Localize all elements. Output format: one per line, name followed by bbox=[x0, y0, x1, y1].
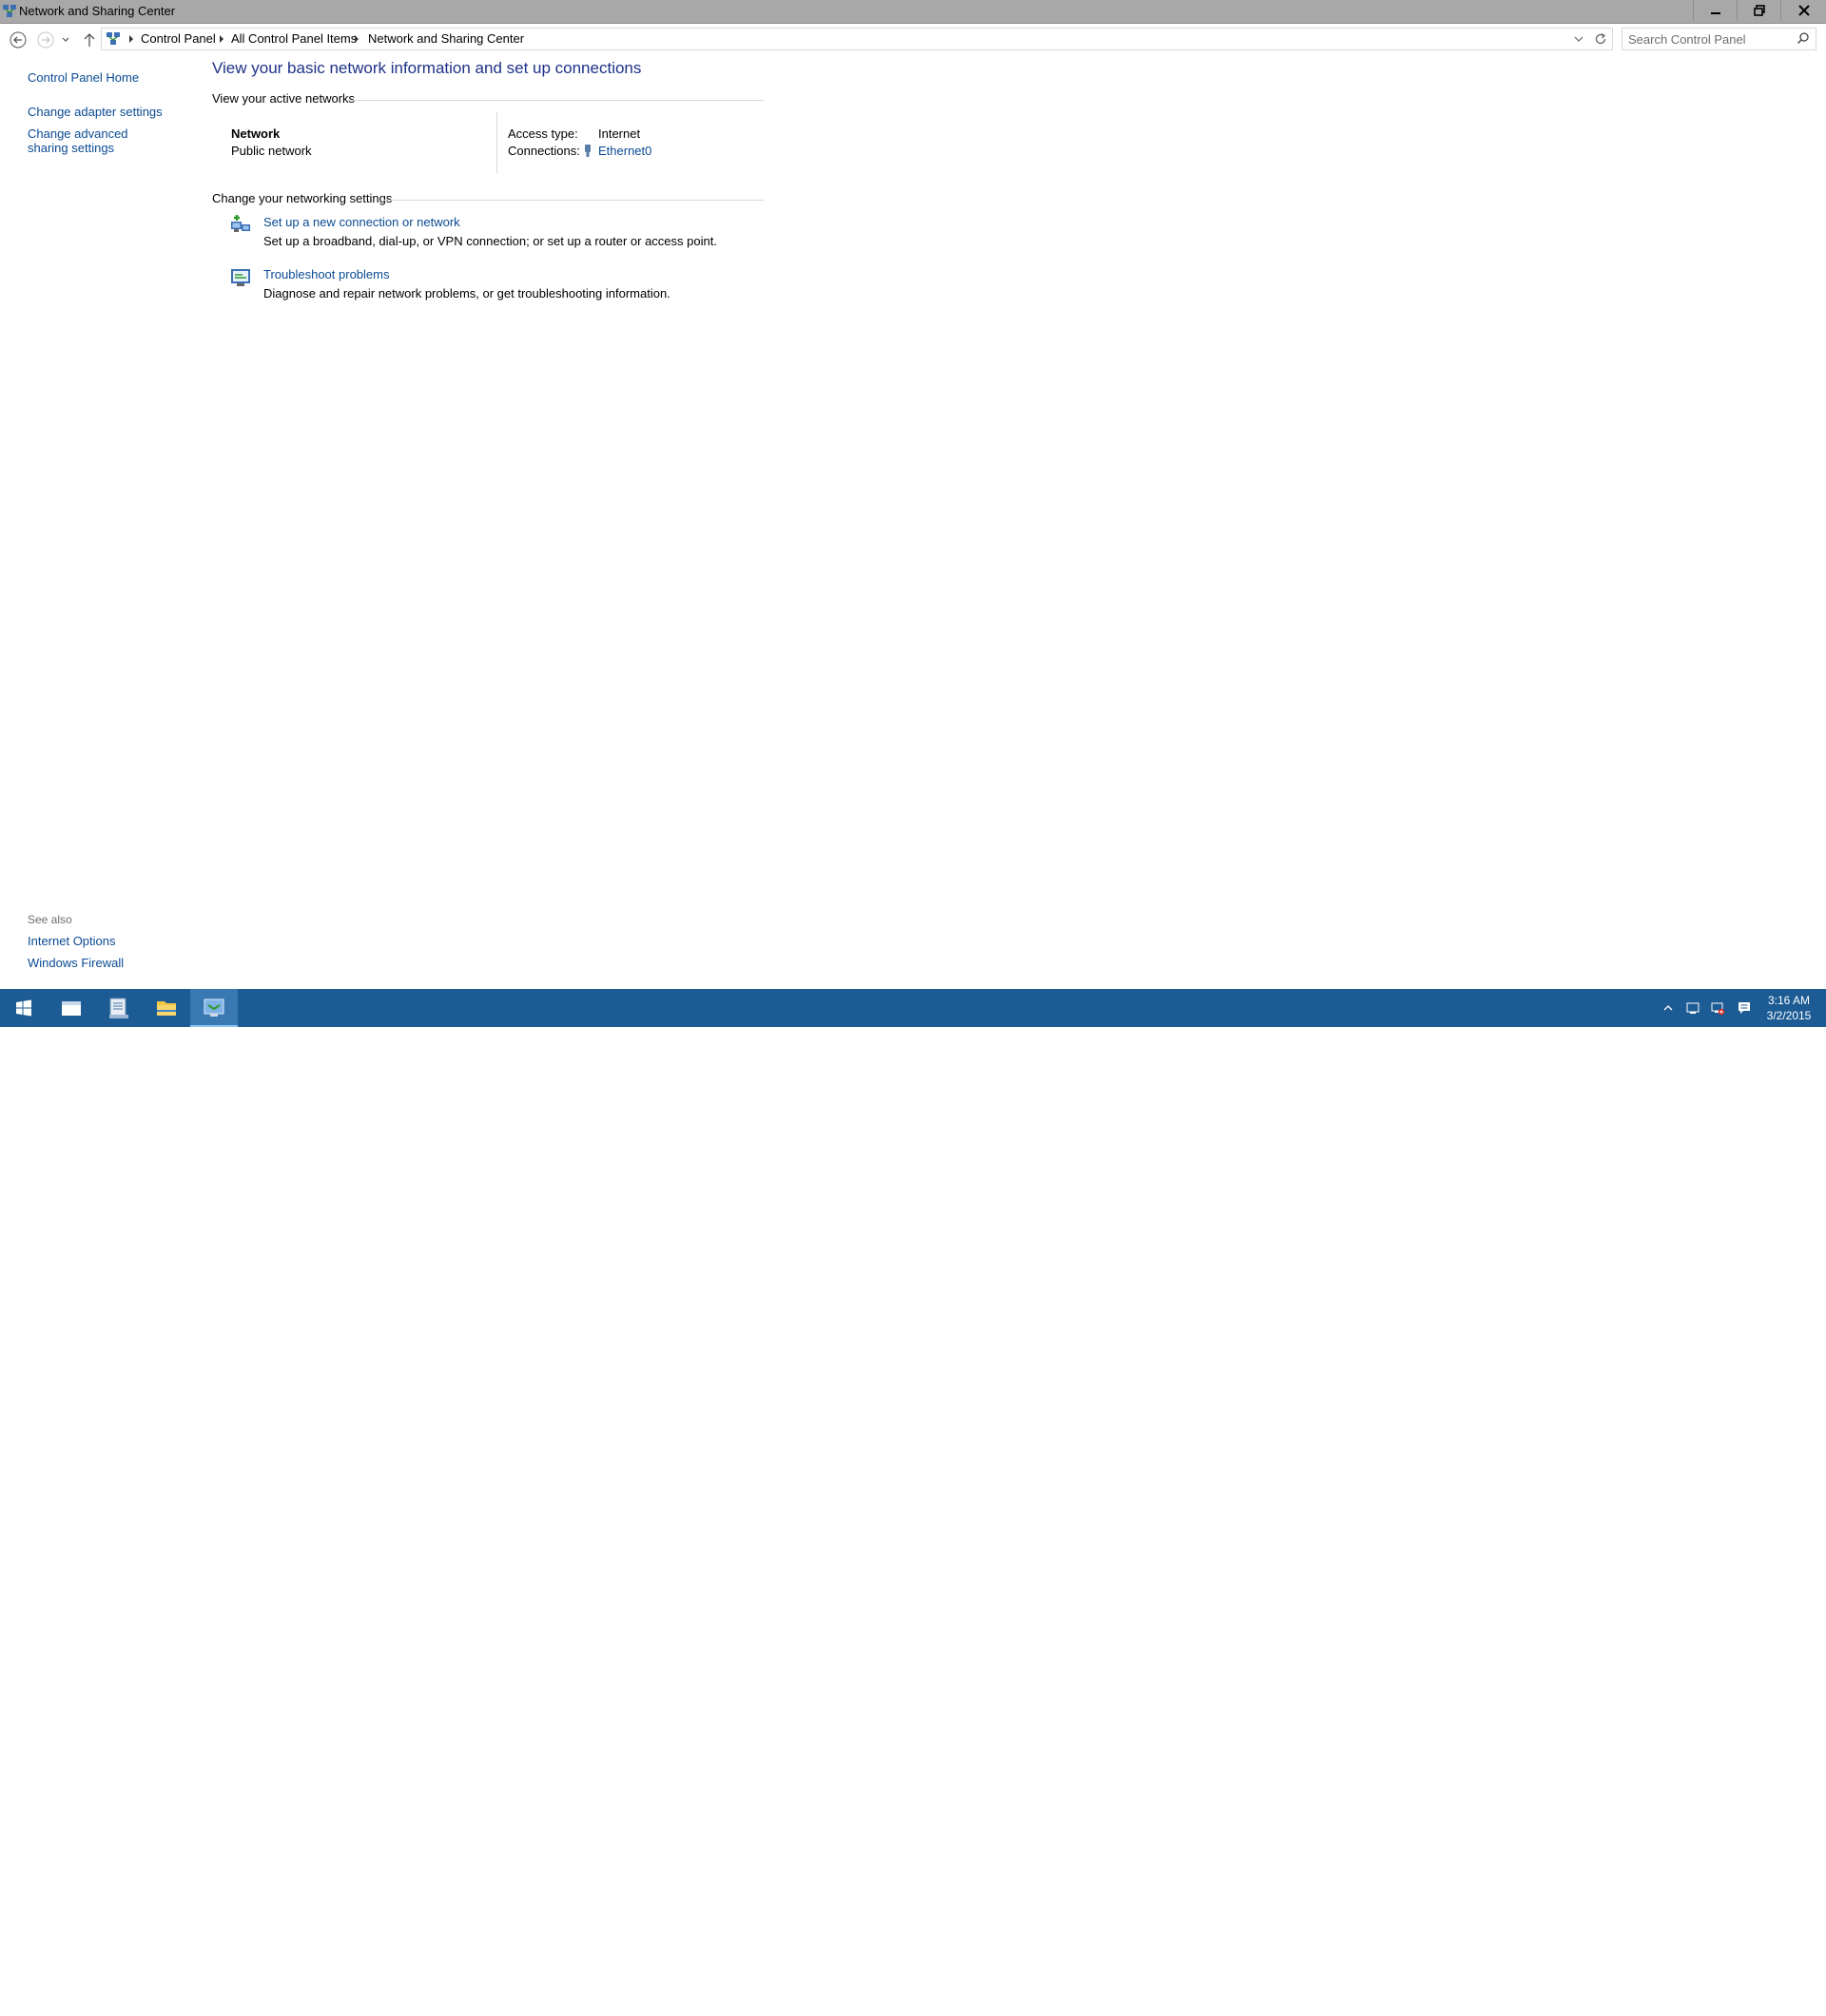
close-icon bbox=[1798, 5, 1810, 16]
restore-icon bbox=[1754, 5, 1765, 16]
page-heading: View your basic network information and … bbox=[212, 59, 642, 77]
minimize-button[interactable] bbox=[1693, 0, 1738, 21]
change-advanced-sharing-settings-link[interactable]: Change advanced sharing settings bbox=[28, 126, 170, 155]
show-hidden-icons-icon[interactable] bbox=[1661, 1000, 1676, 1016]
forward-button[interactable] bbox=[36, 30, 55, 49]
setup-new-connection-description: Set up a broadband, dial-up, or VPN conn… bbox=[263, 234, 717, 248]
clock-time: 3:16 AM bbox=[1767, 994, 1811, 1007]
change-settings-title: Change your networking settings bbox=[212, 191, 393, 205]
taskbar: The Collection Book 3:16 AM 3/2/2015 bbox=[0, 989, 1826, 2016]
network-center-icon bbox=[3, 5, 16, 17]
windows-logo-icon bbox=[16, 999, 31, 1017]
new-connection-icon bbox=[231, 215, 250, 232]
folder-icon bbox=[157, 1001, 176, 1016]
internet-options-link[interactable]: Internet Options bbox=[28, 934, 116, 948]
window-title: Network and Sharing Center bbox=[19, 4, 176, 18]
breadcrumb-control-panel[interactable]: Control Panel bbox=[141, 31, 216, 46]
navigation-bar: Control Panel All Control Panel Items Ne… bbox=[0, 24, 1826, 54]
control-panel-icon bbox=[107, 32, 120, 45]
control-panel-home-link[interactable]: Control Panel Home bbox=[28, 70, 139, 85]
breadcrumb-arrow-icon[interactable] bbox=[126, 33, 136, 45]
clock-date: 3/2/2015 bbox=[1766, 1009, 1812, 1022]
refresh-icon[interactable] bbox=[1593, 31, 1608, 47]
change-adapter-settings-link[interactable]: Change adapter settings bbox=[28, 105, 163, 119]
network-type: Public network bbox=[231, 144, 312, 158]
address-bar[interactable]: Control Panel All Control Panel Items Ne… bbox=[101, 28, 1613, 50]
ethernet-icon bbox=[585, 145, 591, 157]
title-bar: Network and Sharing Center bbox=[0, 0, 1826, 24]
chevron-down-icon bbox=[62, 37, 69, 42]
search-box[interactable] bbox=[1622, 28, 1816, 50]
setup-new-connection-link[interactable]: Set up a new connection or network bbox=[263, 215, 460, 229]
taskbar-clock[interactable]: 3:16 AM 3/2/2015 bbox=[1764, 993, 1814, 1023]
taskbar-file-explorer-button[interactable] bbox=[143, 989, 190, 1027]
network-tray-icon[interactable] bbox=[1710, 1000, 1725, 1016]
back-arrow-icon bbox=[10, 31, 27, 48]
start-button[interactable] bbox=[0, 989, 48, 1027]
see-also-label: See also bbox=[28, 913, 72, 926]
breadcrumb-all-control-panel-items[interactable]: All Control Panel Items bbox=[231, 31, 357, 46]
breadcrumb-arrow-icon[interactable] bbox=[217, 33, 226, 45]
minimize-icon bbox=[1711, 12, 1720, 14]
windows-firewall-link[interactable]: Windows Firewall bbox=[28, 956, 124, 970]
address-dropdown-icon[interactable] bbox=[1572, 32, 1585, 46]
troubleshoot-problems-description: Diagnose and repair network problems, or… bbox=[263, 286, 670, 300]
up-arrow-icon bbox=[84, 33, 95, 47]
server-manager-icon bbox=[109, 998, 128, 1018]
section-divider bbox=[383, 200, 764, 201]
troubleshoot-icon bbox=[231, 269, 250, 286]
window-icon bbox=[62, 1001, 81, 1016]
active-networks-title: View your active networks bbox=[212, 91, 356, 106]
taskbar-network-center-button[interactable] bbox=[190, 989, 238, 1027]
network-name: Network bbox=[231, 126, 281, 141]
section-divider bbox=[348, 100, 764, 101]
action-center-icon[interactable] bbox=[1737, 1000, 1752, 1016]
troubleshoot-problems-link[interactable]: Troubleshoot problems bbox=[263, 267, 389, 281]
close-button[interactable] bbox=[1780, 0, 1826, 21]
forward-arrow-icon bbox=[37, 31, 54, 48]
watermark: The Collection Book bbox=[1586, 1974, 1809, 2016]
watermark-text: The Collection Book bbox=[1647, 1980, 1810, 2000]
search-input[interactable] bbox=[1626, 30, 1792, 48]
book-logo-icon bbox=[1589, 1980, 1637, 2016]
ethernet0-connection-link[interactable]: Ethernet0 bbox=[598, 144, 651, 158]
up-button[interactable] bbox=[80, 30, 99, 49]
network-center-icon bbox=[204, 998, 224, 1017]
search-icon[interactable] bbox=[1797, 31, 1810, 45]
access-type-label: Access type: bbox=[508, 126, 578, 141]
taskbar-server-manager-button[interactable] bbox=[95, 989, 143, 1027]
back-button[interactable] bbox=[9, 30, 28, 49]
connections-label: Connections: bbox=[508, 144, 580, 158]
server-tray-icon[interactable] bbox=[1685, 1000, 1700, 1016]
recent-locations-button[interactable] bbox=[59, 30, 72, 49]
taskbar-explorer-window-button[interactable] bbox=[48, 989, 95, 1027]
network-info-divider bbox=[496, 112, 497, 173]
breadcrumb-network-and-sharing-center[interactable]: Network and Sharing Center bbox=[368, 31, 524, 46]
breadcrumb-arrow-icon[interactable] bbox=[352, 33, 361, 45]
access-type-value: Internet bbox=[598, 126, 641, 141]
restore-button[interactable] bbox=[1737, 0, 1781, 21]
